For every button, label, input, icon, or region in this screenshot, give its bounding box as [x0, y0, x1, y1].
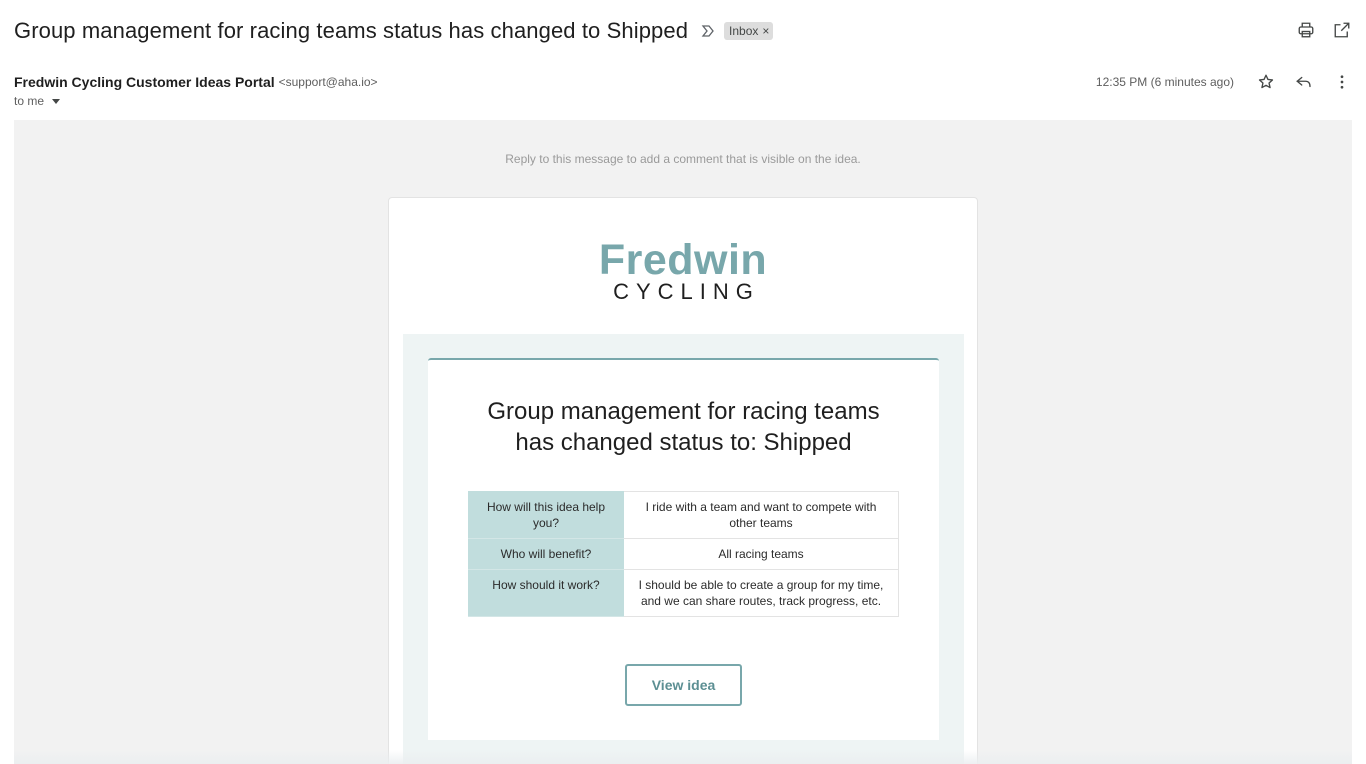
- email-body: Reply to this message to add a comment t…: [14, 120, 1352, 764]
- table-row: Who will benefit? All racing teams: [468, 538, 899, 570]
- content-panel: Group management for racing teams has ch…: [403, 334, 964, 764]
- status-heading: Group management for racing teams has ch…: [428, 396, 939, 458]
- bottom-fade: [14, 750, 1352, 764]
- sender-email: <support@aha.io>: [278, 75, 378, 89]
- status-card: Group management for racing teams has ch…: [428, 358, 939, 740]
- fredwin-logo: Fredwin CYCLING: [389, 238, 977, 304]
- question-cell: Who will benefit?: [468, 538, 624, 570]
- printer-icon[interactable]: [1296, 18, 1316, 42]
- message-timestamp: 12:35 PM (6 minutes ago): [1095, 75, 1234, 89]
- table-row: How should it work? I should be able to …: [468, 569, 899, 617]
- label-chip-text: Inbox: [729, 24, 759, 38]
- star-icon[interactable]: [1256, 70, 1276, 94]
- email-subject: Group management for racing teams status…: [14, 18, 689, 43]
- open-in-new-icon[interactable]: [1332, 18, 1352, 42]
- idea-details-table: How will this idea help you? I ride with…: [468, 491, 899, 617]
- status-heading-line1: Group management for racing teams: [487, 398, 880, 425]
- view-idea-button[interactable]: View idea: [625, 664, 742, 706]
- sender-name[interactable]: Fredwin Cycling Customer Ideas Portal: [14, 74, 275, 90]
- message-meta: 12:35 PM (6 minutes ago): [1096, 70, 1352, 94]
- question-cell: How should it work?: [468, 569, 624, 617]
- sender-row: Fredwin Cycling Customer Ideas Portal <s…: [14, 70, 1352, 94]
- answer-cell: All racing teams: [623, 538, 899, 570]
- logo-sub-text: CYCLING: [613, 279, 760, 304]
- top-actions: [1296, 18, 1352, 42]
- logo-main-text: Fredwin: [598, 236, 768, 284]
- answer-cell: I should be able to create a group for m…: [623, 569, 899, 617]
- importance-marker-icon[interactable]: [700, 23, 716, 39]
- recipient-text: to me: [14, 94, 45, 108]
- email-card: Fredwin CYCLING Group management for rac…: [388, 197, 978, 764]
- table-row: How will this idea help you? I ride with…: [468, 491, 899, 539]
- remove-label-icon[interactable]: ×: [762, 24, 769, 38]
- question-cell: How will this idea help you?: [468, 491, 624, 539]
- status-heading-line2: has changed status to: Shipped: [515, 429, 852, 456]
- more-vert-icon[interactable]: [1332, 70, 1352, 94]
- reply-icon[interactable]: [1294, 70, 1314, 94]
- subject-row: Group management for racing teams status…: [14, 14, 1352, 48]
- chevron-down-icon[interactable]: [52, 98, 61, 104]
- answer-cell: I ride with a team and want to compete w…: [623, 491, 899, 539]
- inbox-label-chip[interactable]: Inbox ×: [724, 22, 774, 40]
- reply-note: Reply to this message to add a comment t…: [505, 152, 861, 166]
- recipient-details-toggle[interactable]: to me: [14, 94, 61, 108]
